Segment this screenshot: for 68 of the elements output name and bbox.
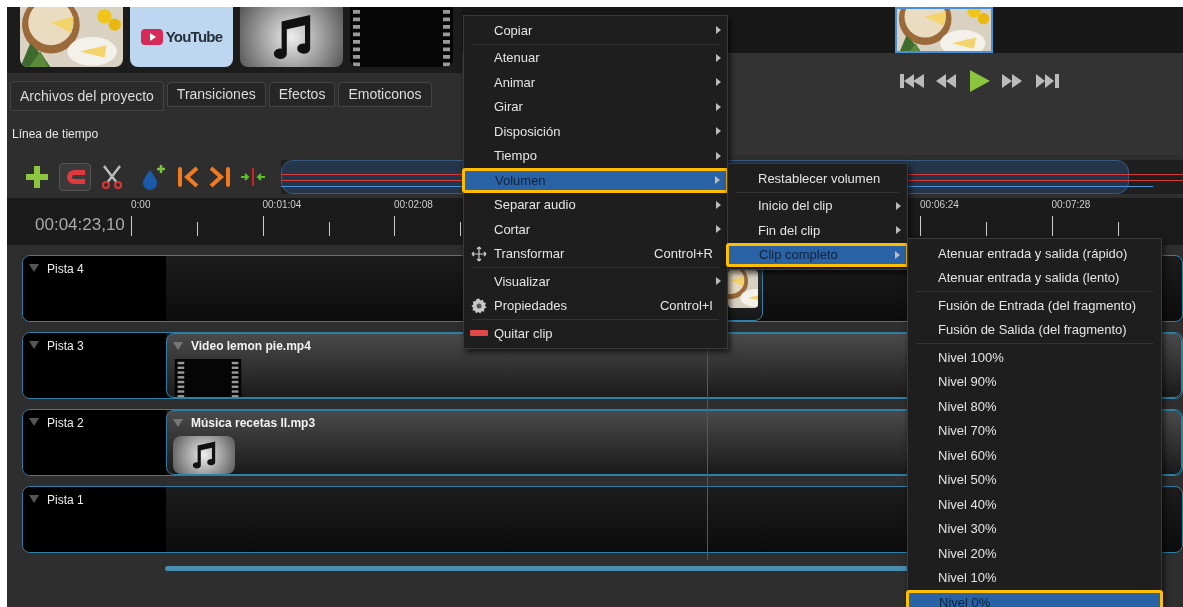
menu-item[interactable]: Nivel 10%	[908, 565, 1161, 590]
collapse-arrow-icon	[29, 341, 39, 349]
menu-item[interactable]: Propiedades Control+I	[464, 293, 727, 318]
ruler-label: 00:07:28	[1051, 198, 1091, 212]
file-thumbnail[interactable]: YouTube	[130, 7, 233, 67]
menu-item[interactable]: Girar	[464, 94, 727, 119]
film-strip-icon	[350, 7, 453, 67]
menu-item[interactable]: Atenuar entrada y salida (lento)	[908, 265, 1161, 290]
menu-item[interactable]: Fusión de Entrada (del fragmento)	[908, 293, 1161, 318]
ruler-label: 0:00	[131, 198, 151, 212]
ruler-label: 00:02:08	[394, 198, 433, 212]
film-strip-icon	[173, 359, 243, 397]
add-icon[interactable]	[25, 164, 49, 189]
menu-item[interactable]: Tiempo	[464, 143, 727, 168]
play-logo-icon	[140, 29, 163, 45]
tab[interactable]: Emoticonos	[338, 82, 432, 107]
menu-item[interactable]: Copiar	[464, 18, 727, 43]
track-name: Pista 1	[47, 492, 84, 509]
menu-item[interactable]: Visualizar	[464, 269, 727, 294]
menu-item[interactable]: Disposición	[464, 119, 727, 144]
settings-icon	[471, 297, 487, 314]
collapse-arrow-icon	[29, 495, 39, 503]
ruler-label: 00:01:04	[262, 198, 302, 212]
tab[interactable]: Archivos del proyecto	[10, 81, 164, 111]
jump-start-icon[interactable]	[177, 164, 199, 189]
menu-item[interactable]: Nivel 20%	[908, 541, 1161, 566]
menu-item[interactable]: Nivel 30%	[908, 516, 1161, 541]
track-name: Pista 2	[47, 415, 84, 432]
move-icon	[471, 245, 487, 262]
menu-item[interactable]: Nivel 70%	[908, 418, 1161, 443]
menu-item[interactable]: Transformar Control+R	[464, 241, 727, 266]
audio-thumbnail[interactable]	[240, 7, 343, 67]
menu-item[interactable]: Separar audio	[464, 192, 727, 217]
collapse-arrow-icon	[29, 264, 39, 272]
scissors-icon[interactable]	[101, 164, 123, 189]
collapse-arrow-icon	[173, 419, 183, 427]
menu-item[interactable]: Cortar	[464, 217, 727, 242]
skip-back-icon[interactable]	[900, 73, 926, 89]
collapse-arrow-icon	[29, 418, 39, 426]
panel-title: Línea de tiempo	[12, 126, 100, 143]
menu-item[interactable]: Nivel 60%	[908, 443, 1161, 468]
play-icon[interactable]	[968, 69, 992, 93]
drop-add-icon[interactable]	[141, 163, 167, 190]
menu-item[interactable]: Restablecer volumen	[728, 166, 907, 191]
clip-title: Video lemon pie.mp4	[191, 338, 311, 355]
menu-item[interactable]: Nivel 100%	[908, 345, 1161, 370]
jump-end-icon[interactable]	[209, 164, 231, 189]
snap-button[interactable]	[59, 162, 91, 191]
menu-item[interactable]: Nivel 90%	[908, 369, 1161, 394]
clip-title: Música recetas II.mp3	[191, 415, 316, 432]
menu-item[interactable]: Nivel 40%	[908, 492, 1161, 517]
menu-item[interactable]: Atenuar	[464, 45, 727, 70]
tab[interactable]: Transiciones	[166, 82, 266, 107]
collapse-arrow-icon	[173, 342, 183, 350]
magnet-icon	[65, 167, 85, 186]
menu-item[interactable]: Inicio del clip	[728, 193, 907, 218]
current-time: 00:04:23,10	[34, 214, 126, 236]
track-name: Pista 4	[47, 261, 84, 278]
ruler-label: 00:06:24	[920, 198, 959, 212]
tab[interactable]: Efectos	[268, 82, 336, 107]
menu-item[interactable]: Fin del clip	[728, 218, 907, 243]
menu-item[interactable]: Atenuar entrada y salida (rápido)	[908, 241, 1161, 266]
remove-icon	[470, 330, 488, 337]
logo-text: YouTube	[165, 26, 223, 47]
menu-item[interactable]: Animar	[464, 70, 727, 95]
center-playhead-icon[interactable]	[241, 166, 265, 187]
skip-forward-icon[interactable]	[1034, 73, 1060, 89]
track-name: Pista 3	[47, 338, 84, 355]
